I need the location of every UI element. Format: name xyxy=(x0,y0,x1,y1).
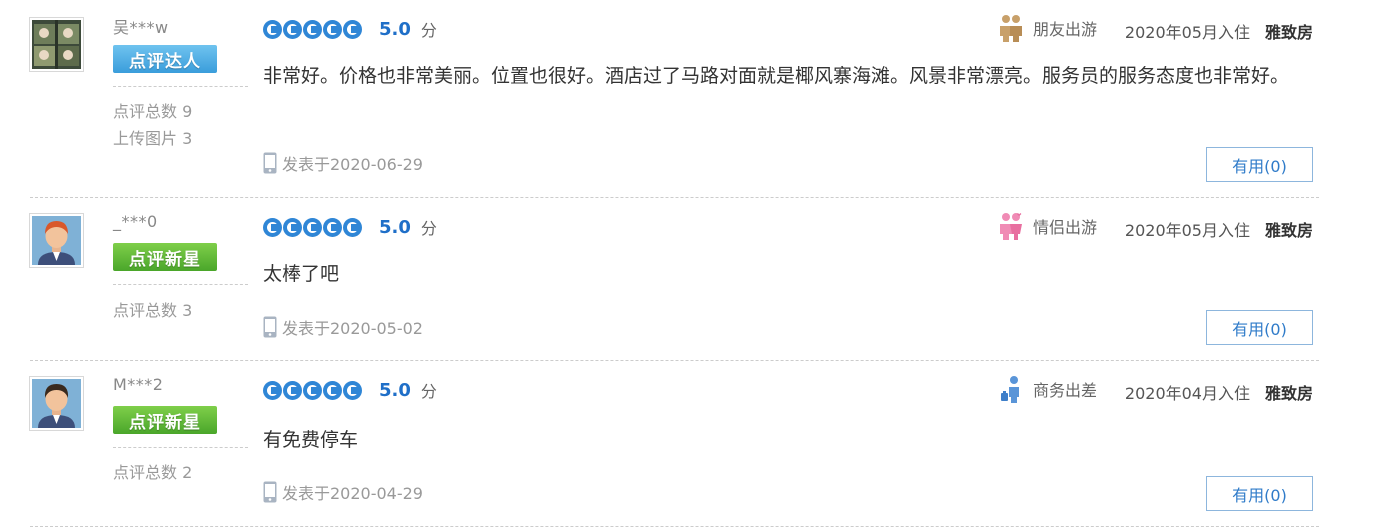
rating-circle-icon xyxy=(343,19,362,39)
couple-icon xyxy=(999,213,1022,240)
reviewer-badge: 点评新星 xyxy=(113,243,217,271)
review-divider xyxy=(30,360,1319,361)
friends-icon xyxy=(999,15,1022,42)
score-unit: 分 xyxy=(420,21,437,40)
user-info-divider xyxy=(113,86,248,87)
checkin-date: 2020年04月入住 xyxy=(1124,384,1250,403)
username: _***0 xyxy=(113,212,158,231)
rating-circle-icon xyxy=(283,380,302,400)
rating-circles xyxy=(263,380,363,400)
trip-type: 朋友出游 xyxy=(999,14,1097,42)
avatar[interactable] xyxy=(29,213,84,268)
rating-circle-icon xyxy=(323,217,342,237)
username: M***2 xyxy=(113,375,164,394)
trip-type-label: 商务出差 xyxy=(1032,381,1097,400)
review-divider xyxy=(30,526,1319,527)
reviewer-badge: 点评新星 xyxy=(113,406,217,434)
rating: 5.0 分 xyxy=(263,17,437,41)
rating-circle-icon xyxy=(263,380,282,400)
phone-icon xyxy=(263,316,277,338)
business-trip-icon xyxy=(1000,376,1019,403)
user-info-divider xyxy=(113,284,248,285)
trip-type-label: 朋友出游 xyxy=(1032,20,1097,39)
avatar[interactable] xyxy=(29,17,84,72)
rating-circle-icon xyxy=(283,217,302,237)
review-content: 有免费停车 xyxy=(263,429,359,451)
score: 5.0 xyxy=(379,379,411,401)
review-divider xyxy=(30,197,1319,198)
phone-icon xyxy=(263,152,277,174)
photo-count: 上传图片 3 xyxy=(113,129,193,148)
rating-circles xyxy=(263,217,363,237)
rating: 5.0 分 xyxy=(263,215,437,239)
checkin-date: 2020年05月入住 xyxy=(1124,221,1250,240)
username: 吴***w xyxy=(113,18,169,37)
score-unit: 分 xyxy=(420,382,437,401)
posted-date: 发表于2020-04-29 xyxy=(263,480,423,504)
review-content: 非常好。价格也非常美丽。位置也很好。酒店过了马路对面就是椰风寨海滩。风景非常漂亮… xyxy=(263,65,1290,87)
posted-date: 发表于2020-06-29 xyxy=(263,151,423,175)
reviewer-badge: 点评达人 xyxy=(113,45,217,73)
useful-button[interactable]: 有用(0) xyxy=(1206,147,1313,182)
room-type: 雅致房 xyxy=(1264,384,1313,403)
trip-type: 情侣出游 xyxy=(999,212,1097,240)
rating-circle-icon xyxy=(303,380,322,400)
useful-button[interactable]: 有用(0) xyxy=(1206,476,1313,511)
trip-type-label: 情侣出游 xyxy=(1032,218,1097,237)
useful-button[interactable]: 有用(0) xyxy=(1206,310,1313,345)
user-photo-icon xyxy=(32,20,81,69)
avatar[interactable] xyxy=(29,376,84,431)
rating: 5.0 分 xyxy=(263,378,437,402)
rating-circle-icon xyxy=(263,19,282,39)
review-count: 点评总数 2 xyxy=(113,463,193,482)
rating-circle-icon xyxy=(263,217,282,237)
trip-type: 商务出差 xyxy=(999,375,1097,403)
review-count: 点评总数 9 xyxy=(113,102,193,121)
rating-circle-icon xyxy=(283,19,302,39)
review-count: 点评总数 3 xyxy=(113,301,193,320)
rating-circle-icon xyxy=(323,19,342,39)
score-unit: 分 xyxy=(420,219,437,238)
room-type: 雅致房 xyxy=(1264,23,1313,42)
review-content: 太棒了吧 xyxy=(263,263,340,285)
phone-icon xyxy=(263,481,277,503)
rating-circle-icon xyxy=(343,217,362,237)
room-type: 雅致房 xyxy=(1264,221,1313,240)
rating-circle-icon xyxy=(303,217,322,237)
score: 5.0 xyxy=(379,18,411,40)
checkin-date: 2020年05月入住 xyxy=(1124,23,1250,42)
default-avatar-icon xyxy=(32,379,81,428)
rating-circle-icon xyxy=(343,380,362,400)
score: 5.0 xyxy=(379,216,411,238)
rating-circles xyxy=(263,19,363,39)
posted-date: 发表于2020-05-02 xyxy=(263,315,423,339)
rating-circle-icon xyxy=(323,380,342,400)
default-avatar-icon xyxy=(32,216,81,265)
user-info-divider xyxy=(113,447,248,448)
rating-circle-icon xyxy=(303,19,322,39)
